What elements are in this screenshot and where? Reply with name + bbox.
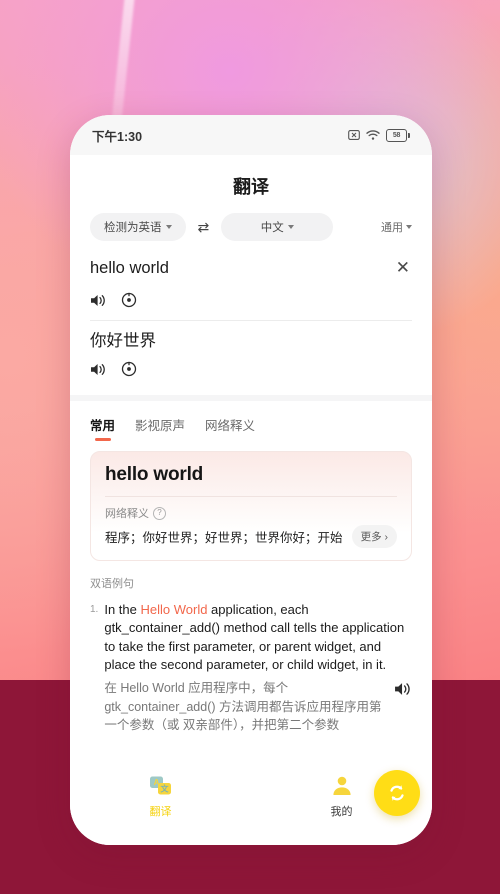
battery-level: 58	[386, 128, 407, 142]
phone-frame: 下午1:30 58 翻译 检测为英语 ⇄ 中文 通用 hello world ✕…	[70, 115, 432, 845]
person-icon	[332, 776, 351, 795]
chevron-down-icon	[287, 225, 294, 229]
target-language-selector[interactable]: 中文	[221, 213, 334, 241]
status-time: 下午1:30	[92, 129, 143, 144]
target-text-row: 你好世界	[90, 321, 412, 351]
help-icon[interactable]: ?	[153, 506, 166, 520]
examples-section: 双语例句 1. In the Hello World application, …	[70, 561, 432, 735]
dictionary-definitions-row: 程序；你好世界；好世界；世界你好；开始 更多 ›	[105, 525, 397, 548]
domain-label: 通用	[381, 222, 403, 234]
nav-label-translate: 翻译	[149, 806, 172, 818]
target-language-label: 中文	[260, 222, 284, 234]
target-text: 你好世界	[90, 332, 156, 350]
example-en-highlight: Hello World	[140, 602, 208, 617]
language-bar: 检测为英语 ⇄ 中文 通用	[70, 213, 432, 253]
battery-cap	[408, 132, 410, 138]
result-tabs: 常用 影视原声 网络释义	[70, 395, 432, 441]
slow-speed-icon[interactable]	[121, 292, 137, 308]
dictionary-section-text: 网络释义	[105, 508, 149, 520]
tab-media-audio[interactable]: 影视原声	[135, 415, 185, 441]
tab-common[interactable]: 常用	[90, 415, 115, 441]
chevron-down-icon	[406, 225, 412, 229]
battery-icon: 58	[386, 128, 410, 142]
chevron-down-icon	[165, 225, 172, 229]
status-icons: 58	[348, 128, 410, 142]
clear-input-button[interactable]: ✕	[394, 253, 412, 282]
source-text-row: hello world ✕	[90, 253, 412, 282]
speaker-icon[interactable]	[394, 681, 412, 697]
status-bar: 下午1:30 58	[70, 115, 432, 155]
source-text[interactable]: hello world	[90, 253, 169, 278]
speaker-icon[interactable]	[90, 362, 107, 377]
dictionary-word: hello world	[105, 464, 397, 497]
example-chinese-row: 在 Hello World 应用程序中，每个 gtk_container_add…	[104, 679, 412, 735]
dictionary-definitions: 程序；你好世界；好世界；世界你好；开始	[105, 531, 343, 545]
domain-selector[interactable]: 通用	[381, 219, 412, 235]
example-body: In the Hello World application, each gtk…	[104, 601, 412, 735]
example-number: 1.	[90, 604, 99, 615]
source-language-selector[interactable]: 检测为英语	[90, 213, 186, 241]
x-box-icon	[348, 130, 360, 140]
page-title: 翻译	[70, 155, 432, 213]
slow-speed-icon[interactable]	[121, 361, 137, 377]
target-action-row	[90, 351, 412, 389]
more-button[interactable]: 更多 ›	[351, 525, 397, 548]
dictionary-section-label: 网络释义 ?	[105, 497, 397, 525]
refresh-swap-fab[interactable]	[374, 770, 420, 816]
translate-icon: A 文	[149, 776, 171, 795]
examples-title: 双语例句	[90, 578, 134, 590]
svg-text:文: 文	[160, 784, 169, 794]
nav-label-mine: 我的	[330, 806, 353, 818]
example-item: 1. In the Hello World application, each …	[90, 601, 412, 735]
dictionary-card: hello world 网络释义 ? 程序；你好世界；好世界；世界你好；开始 更…	[90, 451, 412, 561]
tab-web-definition[interactable]: 网络释义	[205, 415, 255, 441]
swap-languages-button[interactable]: ⇄	[194, 220, 214, 234]
nav-item-translate[interactable]: A 文 翻译	[70, 775, 251, 819]
source-action-row	[90, 282, 412, 320]
speaker-icon[interactable]	[90, 293, 107, 308]
wifi-icon	[366, 130, 380, 140]
example-chinese: 在 Hello World 应用程序中，每个 gtk_container_add…	[104, 680, 382, 733]
example-english: In the Hello World application, each gtk…	[104, 601, 412, 675]
refresh-swap-icon	[390, 785, 404, 801]
translation-panel: hello world ✕ 你好世界	[70, 253, 432, 389]
example-en-prefix: In the	[104, 602, 141, 617]
source-language-label: 检测为英语	[104, 222, 162, 234]
